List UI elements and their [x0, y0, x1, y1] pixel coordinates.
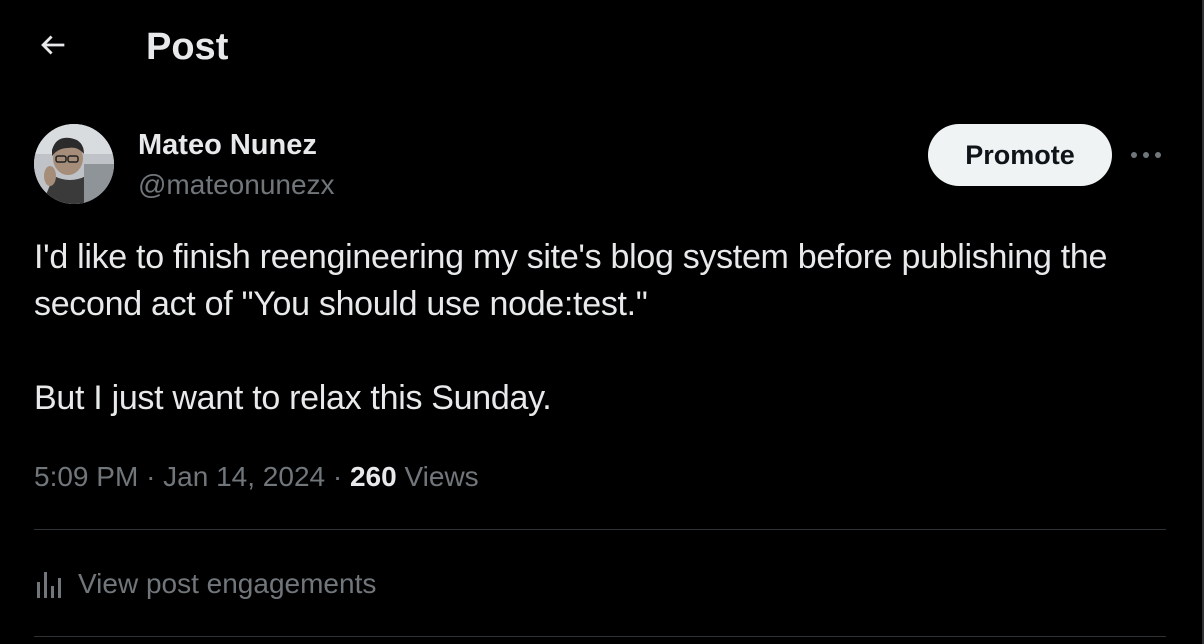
arrow-left-icon: [36, 28, 70, 67]
meta-separator: ·: [332, 461, 350, 492]
post-text-line: I'd like to finish reengineering my site…: [34, 238, 1108, 276]
more-options-button[interactable]: [1126, 136, 1166, 176]
promote-button[interactable]: Promote: [928, 124, 1112, 186]
author-handle[interactable]: @mateonunezx: [138, 168, 335, 202]
page-title: Post: [146, 26, 229, 68]
post-date[interactable]: Jan 14, 2024: [163, 461, 325, 492]
post-meta: 5:09 PM · Jan 14, 2024 · 260 Views: [34, 458, 479, 496]
analytics-bar-icon: [34, 568, 64, 600]
views-count: 260: [349, 461, 397, 492]
avatar[interactable]: [34, 124, 114, 204]
divider: [34, 529, 1166, 530]
post-time[interactable]: 5:09 PM: [34, 461, 138, 492]
views-label: Views: [404, 461, 479, 492]
view-engagements-link[interactable]: View post engagements: [34, 562, 376, 606]
engagements-label: View post engagements: [78, 568, 377, 599]
meta-separator: ·: [146, 461, 164, 492]
post-text-line: But I just want to relax this Sunday.: [34, 379, 552, 417]
divider: [34, 636, 1166, 637]
more-horizontal-icon: [1129, 147, 1163, 165]
post-text: I'd like to finish reengineering my site…: [34, 234, 1174, 422]
post-text-line: second act of "You should use node:test.…: [34, 285, 648, 323]
page-header: Post: [0, 0, 1202, 96]
back-button[interactable]: [24, 24, 82, 70]
post-author-row: Mateo Nunez @mateonunezx Promote: [34, 122, 1168, 208]
author-name[interactable]: Mateo Nunez: [138, 128, 317, 162]
